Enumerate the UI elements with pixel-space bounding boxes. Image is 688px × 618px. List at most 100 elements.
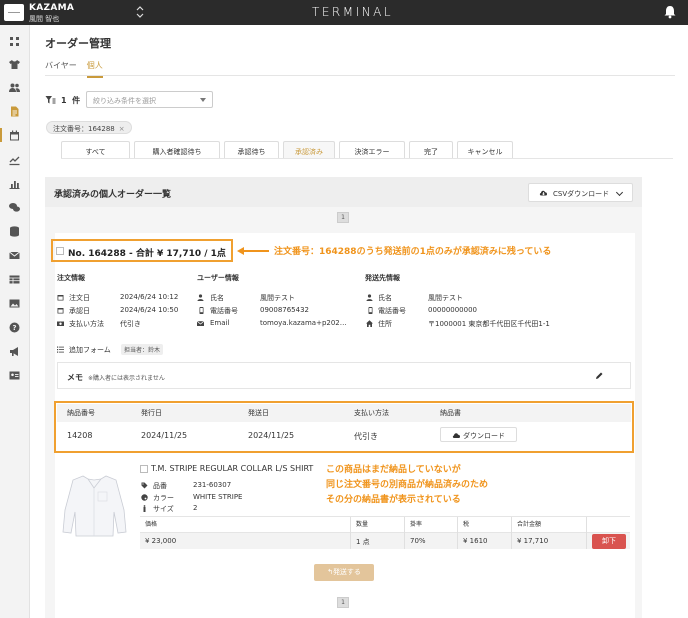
calendar-icon[interactable] <box>8 129 21 142</box>
csv-download-button[interactable]: CSVダウンロード <box>528 183 633 202</box>
memo-label: メモ <box>67 373 83 382</box>
sku-label: 品番 <box>153 482 167 490</box>
order-info-title: 注文情報 <box>57 274 85 282</box>
price-header: 価格 <box>145 521 158 528</box>
order-number-summary: No. 164288 - 合計 ¥ 17,710 / 1点 <box>68 249 226 259</box>
tab-all[interactable]: すべて <box>61 141 130 158</box>
svg-text:?: ? <box>12 324 16 332</box>
color-label: カラー <box>153 494 174 502</box>
sku-value: 231-60307 <box>193 481 232 489</box>
home-icon <box>366 320 373 327</box>
tab-cancelled[interactable]: キャンセル <box>457 141 513 158</box>
document-icon[interactable] <box>8 105 21 118</box>
grid-divider <box>586 517 587 549</box>
user-email-value: tomoya.kazama+p202… <box>260 319 347 327</box>
users-icon[interactable] <box>8 81 21 94</box>
status-tabs-divider <box>61 158 673 159</box>
order-date-label: 注文日 <box>69 294 90 302</box>
annotation-text-1: 注文番号：164288のうち発送前の1点のみが承認済みに残っている <box>274 247 552 257</box>
company-logo[interactable] <box>4 4 24 21</box>
pagination-page-top[interactable]: 1 <box>337 212 349 223</box>
user-email-label: Email <box>210 319 230 327</box>
chat-icon[interactable] <box>8 201 21 214</box>
list-icon <box>57 346 64 353</box>
size-label: サイズ <box>153 505 174 513</box>
order-date-value: 2024/6/24 10:12 <box>120 293 179 301</box>
image-icon[interactable] <box>8 297 21 310</box>
panel-header: 承認済みの個人オーダー一覧 CSVダウンロード <box>45 177 642 207</box>
megaphone-icon[interactable] <box>8 345 21 358</box>
bell-icon[interactable] <box>663 5 677 19</box>
ship-phone-label: 電話番号 <box>378 307 406 315</box>
pagination-page-bottom[interactable]: 1 <box>337 597 349 608</box>
invoice-download-button[interactable]: ダウンロード <box>440 427 517 442</box>
tab-approved[interactable]: 承認済み <box>283 141 335 158</box>
product-name: T.M. STRIPE REGULAR COLLAR L/S SHIRT <box>151 464 314 473</box>
quantity-header: 数量 <box>356 521 369 528</box>
help-icon[interactable]: ? <box>8 321 21 334</box>
panel-title: 承認済みの個人オーダー一覧 <box>54 190 172 200</box>
grid-icon[interactable] <box>8 35 21 48</box>
phone-icon <box>198 307 205 314</box>
sidebar-active-indicator <box>0 128 2 142</box>
filter-icon[interactable] <box>45 95 56 105</box>
ship-name-value: 風間テスト <box>428 294 463 302</box>
payment-method-value: 代引き <box>120 320 141 328</box>
payment-header: 支払い方法 <box>354 409 389 417</box>
rate-header: 掛率 <box>410 521 423 528</box>
account-switch-icon[interactable] <box>136 6 144 22</box>
cloud-download-icon <box>539 189 548 197</box>
tab-payment-error[interactable]: 決済エラー <box>339 141 405 158</box>
ship-date-value: 2024/11/25 <box>248 431 295 440</box>
color-value: WHITE STRIPE <box>193 493 243 501</box>
tab-completed[interactable]: 完了 <box>409 141 453 158</box>
invoice-header: 納品書 <box>440 409 461 417</box>
table-icon[interactable] <box>8 273 21 286</box>
user-icon <box>366 294 373 301</box>
filter-condition-select[interactable]: 絞り込み条件を選択 <box>86 91 213 108</box>
pencil-icon[interactable] <box>595 371 604 380</box>
issue-date-value: 2024/11/25 <box>141 431 188 440</box>
total-header: 合計金額 <box>517 521 542 528</box>
annotation-text-2-line-1: この商品はまだ納品していないが <box>326 465 461 475</box>
payment-method-label: 支払い方法 <box>69 320 104 328</box>
status-tabs: すべて 購入者確認待ち 承認待ち 承認済み 決済エラー 完了 キャンセル <box>61 141 517 158</box>
tab-awaiting-approval[interactable]: 承認待ち <box>224 141 279 158</box>
grid-divider <box>457 517 458 549</box>
person-size-icon <box>141 505 148 512</box>
ship-button[interactable]: ↰発送する <box>314 564 374 581</box>
calendar-icon <box>57 294 64 301</box>
tabs-divider <box>45 75 675 76</box>
issue-date-header: 発行日 <box>141 409 162 417</box>
database-icon[interactable] <box>8 225 21 238</box>
id-card-icon[interactable] <box>8 369 21 382</box>
delivery-no-value: 14208 <box>67 431 93 440</box>
grid-divider <box>511 517 512 549</box>
annotation-text-2-line-2: 同じ注文番号の別商品が納品済みのため <box>326 480 489 490</box>
page-title: オーダー管理 <box>45 37 111 50</box>
filter-chip: 注文番号：164288 × <box>46 121 132 134</box>
wholesale-button[interactable]: 卸下 <box>592 534 626 549</box>
result-count-unit: 件 <box>72 96 81 105</box>
chip-close-icon[interactable]: × <box>119 125 125 133</box>
add-form-link[interactable]: 追加フォーム <box>69 345 111 355</box>
brand-logo: TERMINAL <box>312 5 394 19</box>
invoice-download-label: ダウンロード <box>463 432 505 440</box>
grid-divider <box>404 517 405 549</box>
tab-awaiting-buyer[interactable]: 購入者確認待ち <box>134 141 220 158</box>
bar-chart-icon[interactable] <box>8 177 21 190</box>
palette-icon <box>141 494 148 501</box>
rate-value: 70% <box>410 537 426 545</box>
user-phone-value: 09008765432 <box>260 306 309 314</box>
chevron-down-icon <box>615 188 624 197</box>
ship-phone-value: 00000000000 <box>428 306 477 314</box>
mail-icon[interactable] <box>8 249 21 262</box>
annotation-arrow-line <box>243 250 269 252</box>
order-select-checkbox[interactable] <box>56 247 64 255</box>
tshirt-icon[interactable] <box>8 58 21 71</box>
delivery-no-header: 納品番号 <box>67 409 95 417</box>
user-name-label: 氏名 <box>210 294 224 302</box>
product-select-checkbox[interactable] <box>140 465 148 473</box>
chart-line-icon[interactable] <box>8 153 21 166</box>
assignee-badge: 担当者：鈴木 <box>121 344 164 355</box>
